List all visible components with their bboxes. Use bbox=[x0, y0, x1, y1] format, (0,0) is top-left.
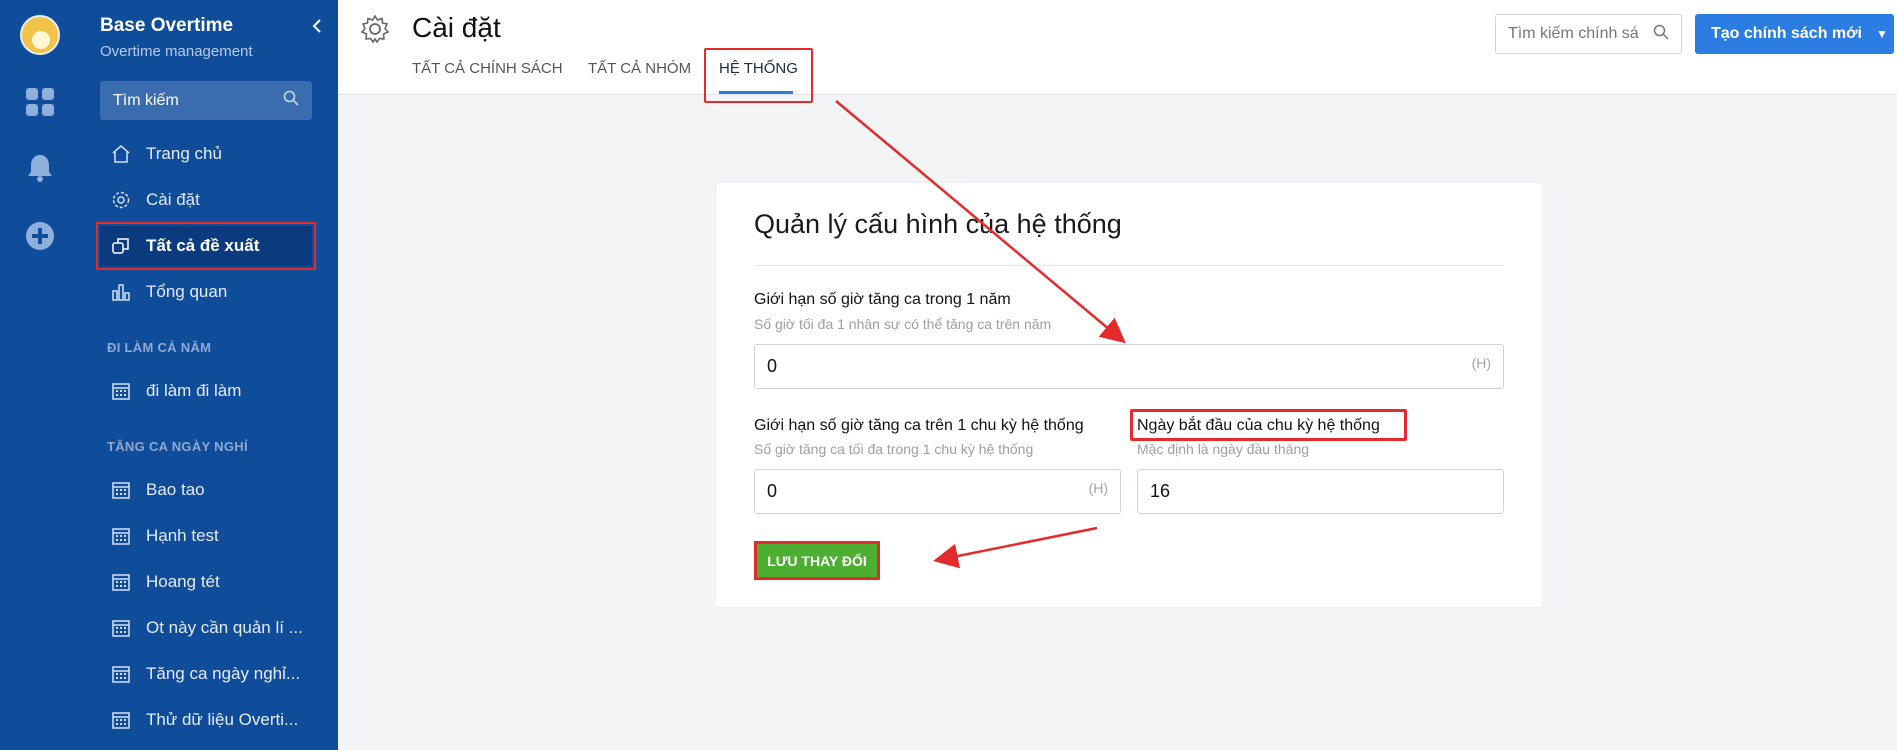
annotation-box-tab bbox=[704, 48, 813, 103]
sidebar-item-all-requests[interactable]: Tất cả đề xuất bbox=[96, 222, 316, 270]
field-label-cycle-start: Ngày bắt đầu của chu kỳ hệ thống bbox=[1137, 417, 1380, 434]
divider bbox=[754, 265, 1504, 266]
page-title: Cài đặt bbox=[412, 12, 501, 43]
app-rail bbox=[0, 0, 80, 750]
field-label-cycle-limit: Giới hạn số giờ tăng ca trên 1 chu kỳ hệ… bbox=[754, 417, 1084, 434]
cycle-limit-input[interactable]: 0 (H) bbox=[754, 469, 1121, 514]
field-hint-yearly-limit: Số giờ tối đa 1 nhân sự có thể tăng ca t… bbox=[754, 316, 1052, 332]
calendar-icon bbox=[110, 479, 132, 501]
sidebar-item-label: Thử dữ liệu Overti... bbox=[146, 710, 299, 729]
sidebar-search-placeholder: Tìm kiếm bbox=[113, 91, 179, 109]
cycle-limit-value: 0 bbox=[767, 481, 778, 501]
sidebar-item-label: Tổng quan bbox=[146, 282, 228, 301]
sidebar-item-label: Bao tao bbox=[146, 480, 205, 499]
app-subtitle: Overtime management bbox=[100, 43, 253, 60]
sidebar-item-label: đi làm đi làm bbox=[146, 381, 242, 400]
create-policy-button[interactable]: Tạo chính sách mới ▼ bbox=[1695, 14, 1894, 54]
sidebar-item-label: Trang chủ bbox=[146, 144, 222, 163]
calendar-icon bbox=[110, 617, 132, 639]
unit-label: (H) bbox=[1088, 480, 1108, 496]
sidebar-item-label: Hoang tét bbox=[146, 572, 220, 591]
sidebar-item-workflow[interactable]: Ot này cần quản lí ... bbox=[100, 608, 312, 648]
yearly-limit-value: 0 bbox=[767, 356, 778, 376]
calendar-icon bbox=[110, 571, 132, 593]
sidebar-item-settings[interactable]: Cài đặt bbox=[100, 180, 312, 220]
sidebar-item-workflow[interactable]: Bao tao bbox=[100, 470, 312, 510]
sidebar: Base Overtime Overtime management Tìm ki… bbox=[80, 0, 338, 750]
copy-icon bbox=[110, 235, 132, 257]
save-changes-button[interactable]: LƯU THAY ĐỔI bbox=[754, 541, 880, 580]
sidebar-search-input[interactable]: Tìm kiếm bbox=[100, 81, 312, 120]
sidebar-item-workflow[interactable]: Tăng ca ngày nghỉ... bbox=[100, 654, 312, 694]
field-hint-cycle-start: Mặc định là ngày đầu tháng bbox=[1137, 441, 1310, 457]
sidebar-item-label: Tăng ca ngày nghỉ... bbox=[146, 664, 301, 683]
card-title: Quản lý cấu hình của hệ thống bbox=[754, 209, 1122, 239]
calendar-icon bbox=[110, 663, 132, 685]
cycle-start-input[interactable]: 16 bbox=[1137, 469, 1504, 514]
calendar-icon bbox=[110, 380, 132, 402]
home-icon bbox=[110, 143, 132, 165]
settings-gear-icon bbox=[360, 14, 390, 49]
yearly-limit-input[interactable]: 0 (H) bbox=[754, 344, 1504, 389]
tab-all-policies[interactable]: TẤT CẢ CHÍNH SÁCH bbox=[412, 60, 563, 77]
avatar[interactable] bbox=[20, 15, 60, 55]
field-label-yearly-limit: Giới hạn số giờ tăng ca trong 1 năm bbox=[754, 291, 1011, 308]
bar-chart-icon bbox=[110, 281, 132, 303]
app-title: Base Overtime bbox=[100, 15, 234, 36]
bell-icon[interactable] bbox=[24, 152, 56, 184]
cycle-start-value: 16 bbox=[1150, 481, 1171, 501]
sidebar-item-label: Tất cả đề xuất bbox=[146, 236, 260, 255]
apps-grid-icon[interactable] bbox=[24, 86, 56, 118]
search-icon bbox=[1653, 24, 1669, 45]
system-config-card: Quản lý cấu hình của hệ thống Giới hạn s… bbox=[716, 183, 1542, 607]
policy-search-placeholder: Tìm kiếm chính sá bbox=[1508, 25, 1639, 42]
caret-down-icon: ▼ bbox=[1875, 27, 1888, 41]
sidebar-section-title: ĐI LÀM CẢ NĂM bbox=[107, 340, 212, 355]
sidebar-item-home[interactable]: Trang chủ bbox=[100, 134, 312, 174]
sidebar-section-title: TĂNG CA NGÀY NGHỈ bbox=[107, 439, 248, 454]
sidebar-item-overview[interactable]: Tổng quan bbox=[100, 272, 312, 312]
gear-icon bbox=[110, 189, 132, 211]
collapse-sidebar-icon[interactable] bbox=[312, 18, 322, 39]
sidebar-item-workflow[interactable]: đi làm đi làm bbox=[100, 371, 312, 411]
field-hint-cycle-limit: Số giờ tăng ca tối đa trong 1 chu kỳ hệ … bbox=[754, 441, 1034, 457]
create-policy-label: Tạo chính sách mới bbox=[1711, 25, 1862, 42]
unit-label: (H) bbox=[1471, 355, 1491, 371]
sidebar-item-workflow[interactable]: Thử dữ liệu Overti... bbox=[100, 700, 312, 740]
policy-search-input[interactable]: Tìm kiếm chính sá bbox=[1495, 14, 1682, 54]
sidebar-item-label: Ot này cần quản lí ... bbox=[146, 618, 303, 637]
calendar-icon bbox=[110, 525, 132, 547]
search-icon bbox=[283, 90, 299, 111]
sidebar-item-workflow[interactable]: Hạnh test bbox=[100, 516, 312, 556]
calendar-icon bbox=[110, 709, 132, 731]
sidebar-item-workflow[interactable]: Hoang tét bbox=[100, 562, 312, 602]
sidebar-item-label: Hạnh test bbox=[146, 526, 219, 545]
sidebar-item-label: Cài đặt bbox=[146, 190, 200, 209]
add-circle-icon[interactable] bbox=[24, 220, 56, 252]
page-header: Cài đặt TẤT CẢ CHÍNH SÁCH TẤT CẢ NHÓM HỆ… bbox=[338, 0, 1897, 103]
tab-all-groups[interactable]: TẤT CẢ NHÓM bbox=[588, 60, 691, 77]
